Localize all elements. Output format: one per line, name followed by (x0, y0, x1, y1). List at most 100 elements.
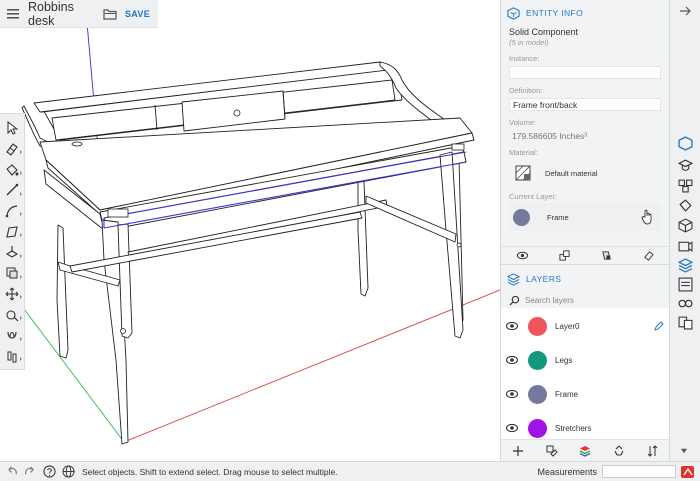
color-by-layer-icon[interactable] (579, 445, 591, 457)
layer-row[interactable]: Legs (501, 343, 670, 377)
red-axis (123, 289, 500, 443)
purge-layers-icon[interactable] (613, 445, 625, 457)
push-pull-icon[interactable] (1, 242, 23, 263)
add-layer-icon[interactable] (512, 445, 524, 457)
layers-icon (507, 272, 520, 286)
visibility-eye-icon[interactable] (506, 389, 518, 399)
offset-icon[interactable] (1, 263, 23, 284)
green-axis (23, 308, 125, 443)
layers-toolbar (501, 439, 670, 461)
hide-eye-icon[interactable] (516, 250, 528, 261)
modeling-viewport[interactable]: Robbins desk SAVE (0, 0, 500, 461)
panel-title: ENTITY INFO (526, 8, 584, 18)
layer-color-swatch[interactable] (528, 316, 547, 336)
measurements-label: Measurements (537, 466, 597, 477)
layer-name: Stretchers (555, 423, 592, 433)
layer-color-swatch[interactable] (528, 384, 547, 404)
model-title[interactable]: Robbins desk (28, 0, 99, 28)
folder-icon[interactable] (99, 0, 121, 28)
menu-icon[interactable] (0, 0, 26, 28)
visibility-eye-icon[interactable] (506, 321, 518, 331)
layer-color-swatch (513, 208, 530, 226)
volume-value: 179.586605 Inches³ (512, 131, 588, 141)
leg-hole (120, 328, 126, 334)
layers-icon[interactable] (677, 258, 694, 273)
scenes-icon[interactable] (678, 238, 693, 253)
definition-field[interactable]: Frame front/back (509, 98, 661, 111)
instance-field[interactable] (509, 66, 661, 79)
scroll-down-icon[interactable] (680, 448, 688, 454)
title-bar: Robbins desk SAVE (0, 0, 158, 28)
volume-label: Volume: (509, 118, 537, 127)
save-button[interactable]: SAVE (125, 9, 150, 19)
orbit-icon[interactable] (1, 325, 23, 346)
help-icon[interactable] (42, 464, 57, 479)
grommet-hole (71, 141, 83, 147)
layer-row[interactable]: Layer0 (501, 309, 670, 343)
paint-bucket-icon[interactable] (1, 159, 23, 180)
undo-icon[interactable] (4, 464, 19, 479)
line-icon[interactable] (1, 180, 23, 201)
measurements-input[interactable] (602, 465, 676, 478)
collapse-arrow-icon[interactable] (679, 5, 691, 17)
desk-edge-block (107, 208, 129, 218)
panel-tray-rail (669, 0, 700, 461)
current-layer-name: Frame (547, 212, 569, 222)
display-icon[interactable] (678, 296, 693, 311)
redo-icon[interactable] (23, 464, 38, 479)
styles-icon[interactable] (678, 218, 693, 233)
walk-icon[interactable] (1, 346, 23, 367)
material-name: Default material (545, 168, 598, 178)
entity-actions (501, 246, 670, 265)
selection-type: Solid Component (509, 27, 579, 37)
sort-layers-icon[interactable] (647, 444, 659, 457)
instance-label: Instance: (509, 54, 540, 63)
tape-measure-icon[interactable] (1, 304, 23, 325)
layer-name: Layer0 (555, 321, 580, 331)
select-icon[interactable] (1, 118, 23, 139)
hand-cursor-icon (641, 209, 652, 225)
tool-palette (0, 113, 25, 370)
current-layer-selector[interactable]: Frame (509, 203, 661, 231)
active-layer-pencil-icon (654, 321, 664, 331)
entity-info-icon (507, 6, 520, 20)
layer-color-swatch[interactable] (528, 418, 547, 438)
instructor-icon[interactable] (677, 158, 694, 173)
entity-info-header[interactable]: ENTITY INFO (501, 0, 669, 26)
entity-info-icon[interactable] (678, 136, 693, 151)
views-icon[interactable] (678, 315, 693, 330)
layer-color-swatch[interactable] (528, 350, 547, 370)
layers-title: LAYERS (526, 274, 562, 284)
material-label: Material: (509, 148, 538, 157)
move-to-layer-icon[interactable] (546, 445, 558, 457)
desk-edge-block (451, 143, 465, 151)
erase-icon[interactable] (643, 250, 655, 261)
arc-icon[interactable] (1, 201, 23, 222)
leg-hole (456, 242, 462, 248)
materials-icon[interactable] (678, 198, 693, 213)
layers-header[interactable]: LAYERS (501, 266, 670, 292)
status-message: Select objects. Shift to extend select. … (82, 466, 338, 477)
globe-icon[interactable] (61, 464, 76, 479)
default-material-icon (515, 165, 531, 181)
material-selector[interactable]: Default material (509, 161, 661, 185)
layer-row[interactable]: Frame (501, 377, 670, 411)
search-placeholder: Search layers (525, 295, 574, 305)
layers-panel: LAYERS Search layers Layer0 Legs Frame Stre… (501, 266, 670, 461)
sketchup-logo-icon[interactable] (680, 464, 696, 480)
sketchup-app: Robbins desk SAVE ENTITY INFO Solid Comp… (0, 0, 700, 481)
visibility-eye-icon[interactable] (506, 355, 518, 365)
layer-search-field[interactable]: Search layers (501, 292, 670, 308)
components-icon[interactable] (678, 178, 693, 193)
explode-icon[interactable] (601, 250, 612, 261)
make-unique-icon[interactable] (559, 250, 570, 261)
status-bar: Select objects. Shift to extend select. … (0, 461, 700, 481)
desk-3d-model[interactable] (0, 0, 500, 461)
rectangle-icon[interactable] (1, 221, 23, 242)
move-icon[interactable] (1, 284, 23, 305)
drawer-knob (233, 109, 241, 117)
visibility-eye-icon[interactable] (506, 423, 518, 433)
outliner-icon[interactable] (678, 277, 693, 292)
eraser-icon[interactable] (1, 139, 23, 160)
instance-count: (5 in model) (509, 38, 549, 47)
